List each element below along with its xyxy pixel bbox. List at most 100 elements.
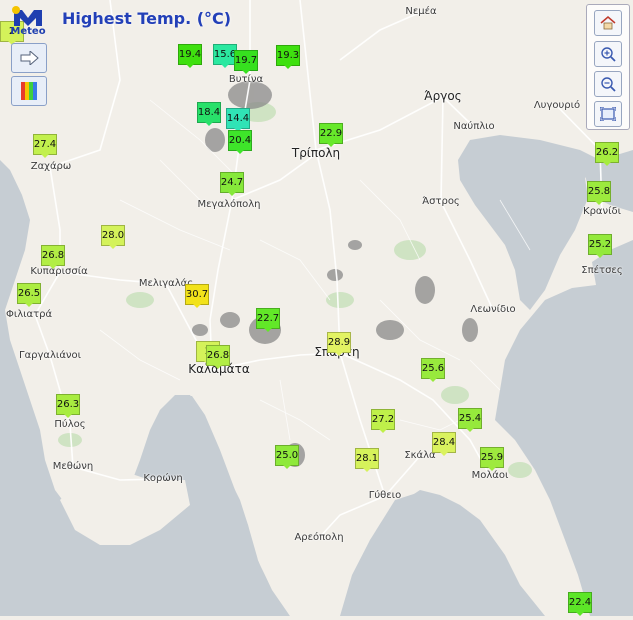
marker-pointer (227, 191, 237, 196)
place-label: Σκάλα (404, 450, 436, 461)
temperature-marker[interactable]: 24.7 (220, 172, 244, 196)
marker-pointer (63, 413, 73, 418)
meteo-logo[interactable]: Meteo (8, 6, 48, 38)
temperature-value: 25.6 (421, 358, 445, 379)
next-button[interactable] (11, 43, 47, 73)
temperature-marker[interactable]: 28.4 (432, 432, 456, 456)
temperature-value: 19.4 (178, 44, 202, 65)
temperature-value: 22.7 (256, 308, 280, 329)
marker-pointer (40, 153, 50, 158)
marker-pointer (439, 451, 449, 456)
marker-pointer (465, 427, 475, 432)
temperature-marker[interactable]: 22.4 (568, 592, 592, 616)
temperature-marker[interactable]: 26.2 (595, 142, 619, 166)
temperature-marker[interactable]: 28.9 (327, 332, 351, 356)
temperature-marker[interactable]: 30.7 (185, 284, 209, 308)
temperature-marker[interactable]: 19.4 (178, 44, 202, 68)
temperature-value: 30.7 (185, 284, 209, 305)
temperature-marker[interactable]: 25.9 (480, 447, 504, 471)
place-label: Μολάοι (471, 470, 509, 481)
map-controls (586, 4, 630, 130)
temperature-value: 26.3 (56, 394, 80, 415)
temperature-marker[interactable]: 19.3 (276, 45, 300, 69)
marker-pointer (235, 149, 245, 154)
temperature-value: 27.2 (371, 409, 395, 430)
marker-pointer (213, 364, 223, 369)
temperature-marker[interactable]: 25.2 (588, 234, 612, 258)
temperature-value: 25.2 (588, 234, 612, 255)
place-label: Πύλος (54, 419, 86, 430)
marker-pointer (378, 428, 388, 433)
place-label: Μεγαλόπολη (197, 199, 261, 210)
place-label: Τρίπολη (291, 146, 341, 160)
place-label: Λεωνίδιο (470, 304, 516, 315)
temperature-marker[interactable]: 26.8 (206, 345, 230, 369)
temperature-value: 28.4 (432, 432, 456, 453)
place-label: Κορώνη (143, 473, 183, 484)
place-label: Νεμέα (405, 6, 437, 17)
temperature-value: 25.9 (480, 447, 504, 468)
zoom-in-button[interactable] (594, 41, 622, 67)
marker-pointer (192, 303, 202, 308)
temperature-marker[interactable]: 25.6 (421, 358, 445, 382)
marker-pointer (48, 264, 58, 269)
temperature-marker[interactable]: 18.4 (197, 102, 221, 126)
temperature-marker[interactable]: 27.4 (33, 134, 57, 158)
temperature-value: 14.4 (226, 108, 250, 129)
base-map (0, 0, 633, 616)
place-label: Γαργαλιάνοι (18, 350, 82, 361)
marker-pointer (24, 302, 34, 307)
temperature-marker[interactable]: 25.4 (458, 408, 482, 432)
temperature-value: 28.1 (355, 448, 379, 469)
temperature-marker[interactable]: 28.0 (101, 225, 125, 249)
temperature-value: 18.4 (197, 102, 221, 123)
marker-pointer (334, 351, 344, 356)
next-arrow-icon (20, 51, 39, 65)
marker-pointer (594, 200, 604, 205)
place-label: Σπέτσες (581, 265, 623, 276)
zoom-out-button[interactable] (594, 71, 622, 97)
marker-pointer (362, 467, 372, 472)
marker-pointer (602, 161, 612, 166)
marker-pointer (575, 611, 585, 616)
temperature-marker[interactable]: 26.3 (56, 394, 80, 418)
temperature-marker[interactable]: 22.7 (256, 308, 280, 332)
place-label: Κρανίδι (583, 206, 621, 217)
temperature-value: 19.3 (276, 45, 300, 66)
place-label: Βυτίνα (228, 74, 264, 85)
temperature-value: 28.0 (101, 225, 125, 246)
temperature-marker[interactable]: 27.2 (371, 409, 395, 433)
temperature-marker[interactable]: 25.0 (275, 445, 299, 469)
temperature-value: 25.4 (458, 408, 482, 429)
temperature-value: 26.5 (17, 283, 41, 304)
zoom-in-icon (601, 47, 616, 62)
temperature-value: 19.7 (234, 50, 258, 71)
temperature-value: 27.4 (33, 134, 57, 155)
temperature-value: 26.8 (41, 245, 65, 266)
temperature-marker[interactable]: 19.7 (234, 50, 258, 74)
color-scale-button[interactable] (11, 76, 47, 106)
temperature-marker[interactable]: 22.9 (319, 123, 343, 147)
temperature-marker[interactable]: 28.1 (355, 448, 379, 472)
fit-extent-button[interactable] (594, 101, 622, 127)
temperature-value: 22.9 (319, 123, 343, 144)
temperature-value: 26.2 (595, 142, 619, 163)
temperature-marker[interactable]: 26.8 (41, 245, 65, 269)
place-label: Ζαχάρω (30, 161, 72, 172)
place-label: Άργος (424, 89, 462, 103)
temperature-marker[interactable]: 26.5 (17, 283, 41, 307)
place-label: Μεθώνη (52, 461, 94, 472)
place-label: Γύθειο (368, 490, 402, 501)
marker-pointer (595, 253, 605, 258)
marker-pointer (263, 327, 273, 332)
temperature-value: 20.4 (228, 130, 252, 151)
temperature-value: 24.7 (220, 172, 244, 193)
color-scale-icon (21, 82, 37, 100)
logo-text: Meteo (10, 26, 46, 37)
temperature-marker[interactable]: 14.4 (226, 108, 250, 132)
map-canvas[interactable]: Νεμέα Βυτίνα Άργος Λυγουριό Ναύπλιο Τρίπολη Ζα… (0, 0, 633, 616)
temperature-marker[interactable]: 20.4 (228, 130, 252, 154)
temperature-marker[interactable]: 25.8 (587, 181, 611, 205)
home-button[interactable] (594, 10, 622, 36)
marker-pointer (108, 244, 118, 249)
